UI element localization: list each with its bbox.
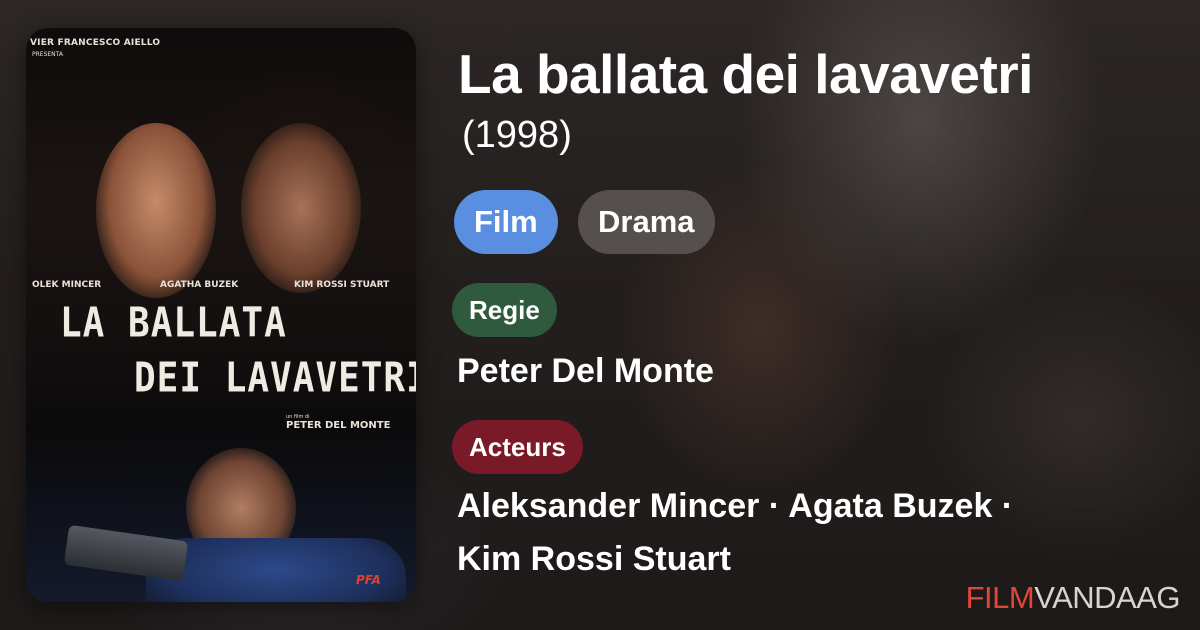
director-name[interactable]: Peter Del Monte [457, 352, 714, 391]
actors-line-1[interactable]: Aleksander Mincer · Agata Buzek · [457, 487, 1013, 526]
movie-year: (1998) [462, 114, 572, 156]
poster-woman-face [96, 123, 216, 298]
poster-director: PETER DEL MONTE [286, 420, 391, 431]
tag-film[interactable]: Film [454, 190, 558, 254]
poster-gun-shape [63, 524, 189, 582]
poster-cast-name: KIM ROSSI STUART [294, 280, 390, 290]
acteurs-label: Acteurs [452, 420, 583, 474]
logo-part-film: FILM [965, 580, 1035, 615]
actors-line-2[interactable]: Kim Rossi Stuart [457, 540, 731, 579]
poster-distributor-logo: PFA [356, 573, 381, 587]
poster-title-line1: LA BALLATA [60, 299, 287, 348]
poster-cast-name: AGATHA BUZEK [160, 280, 239, 290]
movie-title: La ballata dei lavavetri [458, 43, 1033, 105]
logo-part-vandaag: VANDAAG [1034, 580, 1180, 615]
poster-presenter: VIER FRANCESCO AIELLO [30, 38, 161, 48]
tag-drama[interactable]: Drama [578, 190, 715, 254]
poster-title-line2: DEI LAVAVETRI [134, 354, 416, 403]
poster-man-face [241, 123, 361, 293]
filmvandaag-logo[interactable]: FILMVANDAAG [965, 580, 1181, 616]
movie-poster: VIER FRANCESCO AIELLO PRESENTA OLEK MINC… [26, 28, 416, 602]
poster-cast-name: OLEK MINCER [32, 280, 102, 290]
poster-presenta: PRESENTA [32, 51, 63, 58]
share-card: VIER FRANCESCO AIELLO PRESENTA OLEK MINC… [0, 0, 1200, 630]
regie-label: Regie [452, 283, 557, 337]
